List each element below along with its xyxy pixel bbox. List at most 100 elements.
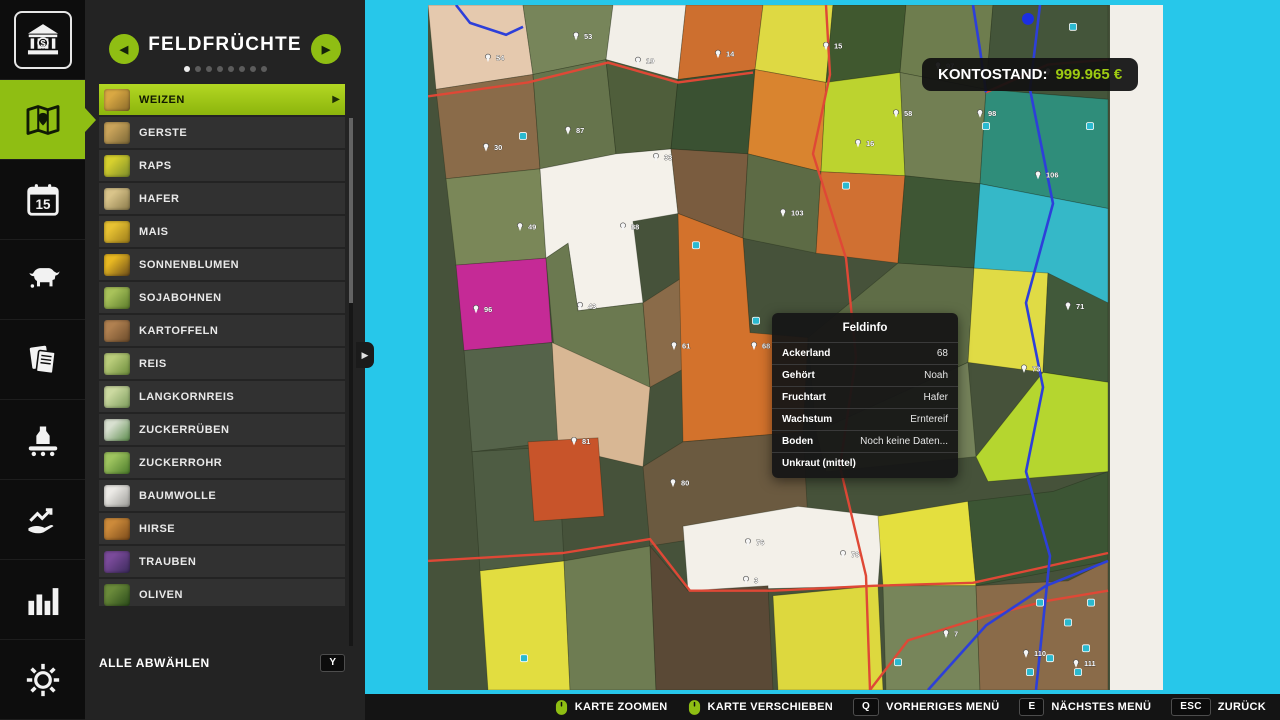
crop-row-raps[interactable]: RAPS: [99, 150, 345, 181]
crop-list-scrollbar[interactable]: [349, 118, 353, 646]
sidebar-item-finances[interactable]: $: [0, 0, 85, 80]
key-badge-esc: ESC: [1171, 698, 1210, 716]
gear-icon: [21, 658, 65, 702]
svg-text:110: 110: [1034, 649, 1046, 658]
crop-panel: ◀ FELDFRÜCHTE ▶ WEIZEN▶GERSTERAPSHAFERMA…: [85, 0, 365, 720]
mouse-icon: [688, 699, 701, 716]
crop-row-sonnenblumen[interactable]: SONNENBLUMEN: [99, 249, 345, 280]
crop-row-langkornreis[interactable]: LANGKORNREIS: [99, 381, 345, 412]
barley-icon: [104, 122, 130, 144]
crop-row-mais[interactable]: MAIS: [99, 216, 345, 247]
svg-text:$: $: [40, 38, 46, 49]
scrollbar-thumb[interactable]: [349, 118, 353, 303]
field-info-value: Hafer: [924, 392, 948, 403]
crop-row-gerste[interactable]: GERSTE: [99, 117, 345, 148]
sidebar-item-sales[interactable]: [0, 480, 85, 560]
crop-row-kartoffeln[interactable]: KARTOFFELN: [99, 315, 345, 346]
cow-icon: [21, 258, 65, 302]
sidebar-item-settings[interactable]: [0, 640, 85, 720]
crop-label: SONNENBLUMEN: [139, 259, 239, 271]
crop-row-weizen[interactable]: WEIZEN▶: [99, 84, 345, 115]
crop-row-zuckerrüben[interactable]: ZUCKERRÜBEN: [99, 414, 345, 445]
hint-karte-verschieben[interactable]: KARTE VERSCHIEBEN: [688, 699, 834, 716]
svg-text:49: 49: [528, 222, 536, 231]
hint-zurück[interactable]: ESCZURÜCK: [1171, 698, 1266, 716]
crop-row-reis[interactable]: REIS: [99, 348, 345, 379]
crop-list: WEIZEN▶GERSTE RAPS HAFER MAIS SONNENBLUMEN SO…: [99, 84, 345, 606]
crop-row-oliven[interactable]: OLIVEN: [99, 579, 345, 606]
page-dot: [261, 66, 267, 72]
svg-text:30: 30: [494, 143, 502, 152]
potato-icon: [104, 320, 130, 342]
crop-row-hafer[interactable]: HAFER: [99, 183, 345, 214]
svg-text:53: 53: [584, 32, 592, 41]
crop-label: KARTOFFELN: [139, 325, 218, 337]
crop-row-sojabohnen[interactable]: SOJABOHNEN: [99, 282, 345, 313]
key-badge-y: Y: [320, 654, 345, 672]
sidebar-item-statistics[interactable]: [0, 560, 85, 640]
svg-text:106: 106: [1046, 171, 1059, 180]
panel-collapse-handle[interactable]: ▶: [356, 342, 374, 368]
olive-icon: [104, 584, 130, 606]
svg-text:15: 15: [35, 197, 50, 212]
field-info-label: Ackerland: [782, 348, 830, 359]
svg-text:96: 96: [484, 305, 492, 314]
crop-row-baumwolle[interactable]: BAUMWOLLE: [99, 480, 345, 511]
sidebar-item-contracts[interactable]: [0, 320, 85, 400]
svg-text:58: 58: [904, 109, 912, 118]
crop-label: RAPS: [139, 160, 172, 172]
crop-row-hirse[interactable]: HIRSE: [99, 513, 345, 544]
svg-text:14: 14: [726, 50, 735, 59]
field-info-label: Wachstum: [782, 414, 832, 425]
bank-icon: $: [14, 11, 72, 69]
svg-text:68: 68: [762, 342, 770, 351]
svg-text:16: 16: [866, 139, 874, 148]
sunflower-icon: [104, 254, 130, 276]
soybean-icon: [104, 287, 130, 309]
crop-label: SOJABOHNEN: [139, 292, 222, 304]
sidebar-item-map[interactable]: [0, 80, 85, 160]
svg-text:88: 88: [631, 222, 639, 231]
crop-row-zuckerrohr[interactable]: ZUCKERROHR: [99, 447, 345, 478]
hint-karte-zoomen[interactable]: KARTE ZOOMEN: [555, 699, 668, 716]
svg-text:71: 71: [1076, 302, 1084, 311]
field-info-title: Feldinfo: [772, 313, 958, 342]
sidebar-item-calendar[interactable]: 15: [0, 160, 85, 240]
map-area: 5453191415971013087331610610398584988439…: [365, 0, 1280, 720]
page-dot: [217, 66, 223, 72]
svg-text:61: 61: [682, 342, 690, 351]
crop-label: REIS: [139, 358, 167, 370]
field-info-tooltip: Feldinfo Ackerland68GehörtNoahFruchtartH…: [772, 313, 958, 478]
field-info-row: FruchtartHafer: [772, 386, 958, 408]
svg-text:87: 87: [576, 126, 584, 135]
balance-value: 999.965 €: [1055, 66, 1122, 83]
map-view[interactable]: 5453191415971013087331610610398584988439…: [428, 5, 1110, 690]
canola-icon: [104, 155, 130, 177]
corn-icon: [104, 221, 130, 243]
hint-label: NÄCHSTES MENÜ: [1051, 701, 1151, 713]
crop-row-trauben[interactable]: TRAUBEN: [99, 546, 345, 577]
sidebar-item-animals[interactable]: [0, 240, 85, 320]
mouse-icon: [555, 699, 568, 716]
hint-nächstes-menü[interactable]: ENÄCHSTES MENÜ: [1019, 698, 1151, 716]
next-page-button[interactable]: ▶: [311, 34, 341, 64]
input-hint-bar: KARTE ZOOMEN KARTE VERSCHIEBEN QVORHERIGES…: [365, 694, 1280, 720]
hint-vorheriges-menü[interactable]: QVORHERIGES MENÜ: [853, 698, 999, 716]
field-info-value: 68: [937, 348, 948, 359]
sales-icon: [21, 498, 65, 542]
page-dot: [228, 66, 234, 72]
svg-text:73: 73: [1032, 364, 1040, 373]
page-dot: [184, 66, 190, 72]
prev-page-button[interactable]: ◀: [109, 34, 139, 64]
field-info-label: Boden: [782, 436, 813, 447]
wheat-icon: [104, 89, 130, 111]
crop-label: HIRSE: [139, 523, 175, 535]
crop-label: HAFER: [139, 193, 179, 205]
crop-label: OLIVEN: [139, 589, 183, 601]
calendar-icon: 15: [21, 178, 65, 222]
deselect-all-button[interactable]: ALLE ABWÄHLEN Y: [99, 654, 345, 672]
account-balance-badge: KONTOSTAND: 999.965 €: [922, 58, 1138, 91]
sidebar-item-production[interactable]: [0, 400, 85, 480]
main-sidebar: $15: [0, 0, 85, 720]
crop-label: BAUMWOLLE: [139, 490, 216, 502]
